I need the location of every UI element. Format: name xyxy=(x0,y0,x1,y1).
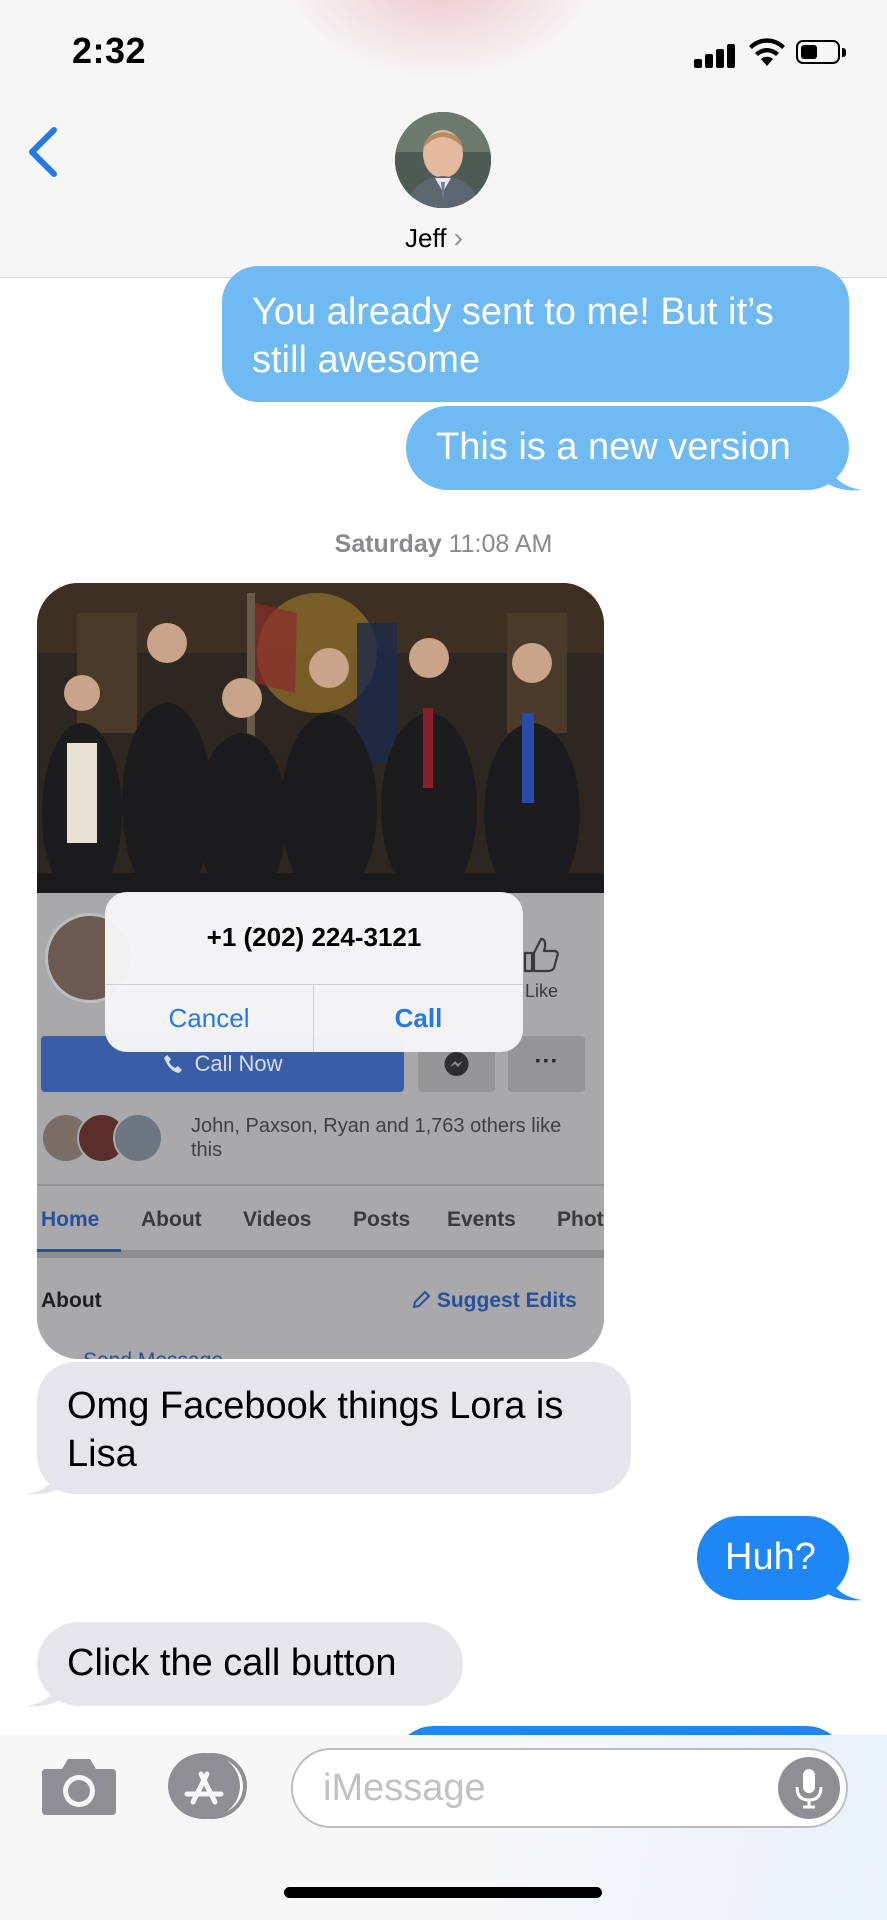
status-time: 2:32 xyxy=(72,30,147,71)
like-label: Like xyxy=(525,981,559,1001)
liker-avatars xyxy=(41,1113,177,1165)
active-tab-underline xyxy=(37,1249,121,1252)
tab-home: Home xyxy=(41,1208,100,1231)
alert-cancel-button: Cancel xyxy=(168,1003,250,1033)
battery-icon xyxy=(796,40,848,66)
message-text: Huh? xyxy=(725,1536,816,1578)
received-message-bubble[interactable]: Click the call button xyxy=(37,1622,463,1706)
group-photo xyxy=(37,583,604,893)
message-text: Click the call button xyxy=(67,1642,397,1684)
microphone-button[interactable] xyxy=(778,1757,840,1819)
tab-events: Events xyxy=(447,1208,516,1231)
contact-name[interactable]: Jeff › xyxy=(405,222,463,254)
alert-call-button: Call xyxy=(394,1003,443,1033)
bubble-tail xyxy=(828,1572,862,1601)
suggest-edits-label: Suggest Edits xyxy=(436,1289,577,1312)
message-text: Omg Facebook things Lora is Lisa xyxy=(67,1385,564,1475)
call-now-label: Call Now xyxy=(194,1051,283,1076)
bubble-tail xyxy=(26,1466,60,1495)
alert-phone-number: +1 (202) 224-3121 xyxy=(206,922,422,952)
pencil-icon xyxy=(412,1290,431,1309)
received-message-bubble[interactable]: Omg Facebook things Lora is Lisa xyxy=(37,1362,631,1494)
app-store-icon[interactable] xyxy=(165,1752,249,1820)
likes-summary: John, Paxson, Ryan and 1,763 others like… xyxy=(191,1115,562,1161)
imessage-input[interactable]: iMessage xyxy=(291,1748,848,1828)
message-timestamp: Saturday 11:08 AM xyxy=(0,530,887,559)
call-confirmation-alert: +1 (202) 224-3121 Cancel Call xyxy=(105,892,523,1052)
shared-screenshot[interactable]: Like Call Now ··· John, Paxson, Ryan and… xyxy=(37,583,604,1359)
status-bar-glow xyxy=(280,0,600,80)
sent-message-bubble[interactable]: Huh? xyxy=(697,1516,849,1600)
message-text: This is a new version xyxy=(436,426,791,468)
phone-icon xyxy=(164,1055,183,1073)
tab-posts: Posts xyxy=(353,1208,411,1231)
camera-icon[interactable] xyxy=(40,1755,118,1817)
tab-photos: Phot xyxy=(557,1208,604,1231)
bubble-tail xyxy=(828,462,862,491)
chevron-right-icon: › xyxy=(453,222,463,253)
cellular-signal-icon xyxy=(694,42,736,68)
microphone-icon xyxy=(795,1769,823,1809)
message-text: You already sent to me! But it’s still a… xyxy=(252,291,774,381)
home-indicator[interactable] xyxy=(284,1887,602,1898)
contact-name-text: Jeff xyxy=(405,223,447,253)
suggest-edits-link: Suggest Edits xyxy=(411,1289,577,1313)
page-tab-bar: Home About Videos Posts Events Phot xyxy=(37,1184,604,1258)
contact-avatar[interactable] xyxy=(395,112,491,208)
bubble-tail xyxy=(26,1678,60,1707)
imessage-placeholder: iMessage xyxy=(323,1767,486,1809)
sent-message-bubble[interactable]: You already sent to me! But it’s still a… xyxy=(222,266,849,402)
send-message-link: Send Message xyxy=(83,1349,223,1359)
timestamp-time: 11:08 AM xyxy=(448,530,553,558)
back-chevron-icon[interactable] xyxy=(24,124,64,180)
wifi-icon xyxy=(749,38,785,66)
thumbs-up-icon xyxy=(523,937,559,973)
timestamp-day: Saturday xyxy=(334,530,442,558)
tab-about: About xyxy=(141,1208,202,1231)
about-section-label: About xyxy=(41,1289,102,1312)
sent-message-bubble[interactable]: This is a new version xyxy=(406,406,849,490)
tab-videos: Videos xyxy=(243,1208,312,1231)
